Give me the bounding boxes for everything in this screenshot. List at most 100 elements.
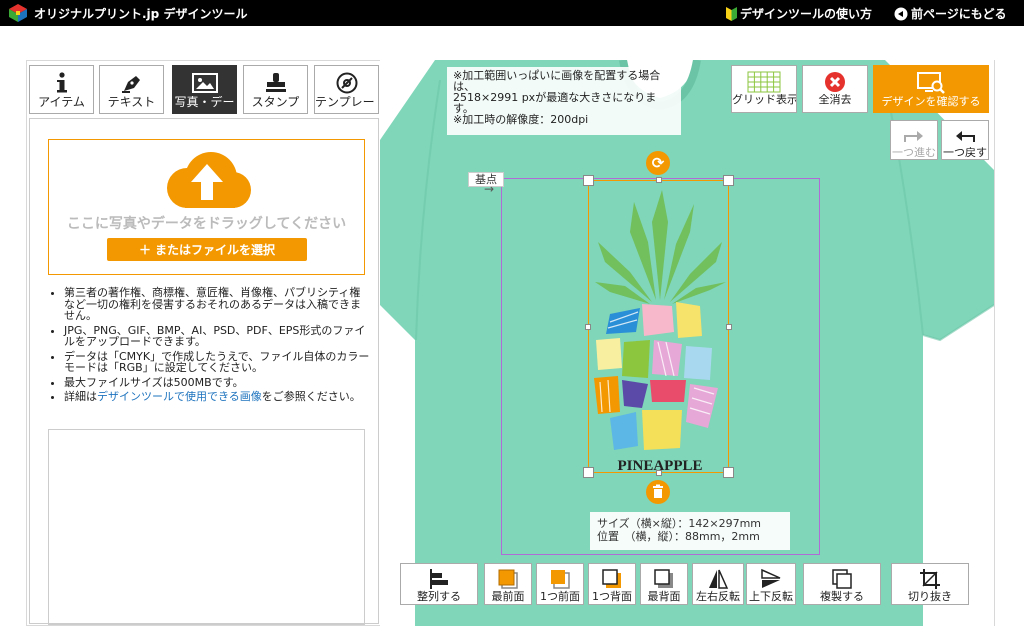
left-panel: アイテム テキスト 写真・デー スタンプ テンプレート ここに写真やデータをドラ… bbox=[28, 62, 380, 625]
align-button[interactable]: 整列する bbox=[400, 563, 478, 605]
bring-forward-label: 1つ前面 bbox=[540, 590, 580, 603]
resize-handle-tr[interactable] bbox=[723, 175, 734, 186]
resize-handle-right[interactable] bbox=[726, 324, 732, 330]
image-icon bbox=[191, 73, 218, 93]
redo-button[interactable]: 一つ進む bbox=[890, 120, 938, 160]
send-backward-icon bbox=[602, 569, 621, 588]
confirm-label: デザインを確認する bbox=[881, 96, 981, 107]
beginner-mark-icon bbox=[726, 6, 737, 21]
resize-handle-bl[interactable] bbox=[583, 467, 594, 478]
tab-stamp[interactable]: スタンプ bbox=[243, 65, 308, 114]
confirm-design-button[interactable]: デザインを確認する bbox=[873, 65, 989, 113]
flip-horizontal-label: 左右反転 bbox=[696, 590, 740, 603]
note-item: JPG、PNG、GIF、BMP、AI、PSD、PDF、EPS形式のファイルをアッ… bbox=[64, 324, 370, 348]
tab-label: 写真・デー bbox=[174, 96, 235, 109]
brand-logo-icon bbox=[9, 4, 27, 22]
grid-label: グリッド表示 bbox=[732, 94, 796, 105]
crop-button[interactable]: 切り抜き bbox=[891, 563, 969, 605]
uploaded-images-list[interactable] bbox=[48, 429, 365, 625]
align-icon bbox=[430, 569, 448, 589]
print-tip: ※加工範囲いっぱいに画像を配置する場合は、 2518×2991 pxが最適な大き… bbox=[447, 67, 681, 135]
bring-front-icon bbox=[498, 569, 518, 589]
usable-images-link[interactable]: デザインツールで使用できる画像 bbox=[97, 390, 262, 403]
choose-file-button[interactable]: ＋ またはファイルを選択 bbox=[107, 238, 307, 261]
undo-icon bbox=[956, 131, 975, 142]
align-label: 整列する bbox=[417, 590, 461, 603]
resize-handle-bottom[interactable] bbox=[656, 470, 662, 476]
flip-vertical-icon bbox=[761, 568, 781, 588]
tab-label: アイテム bbox=[38, 96, 85, 109]
undo-button[interactable]: 一つ戻す bbox=[941, 120, 989, 160]
resize-handle-left[interactable] bbox=[585, 324, 591, 330]
preview-icon bbox=[917, 72, 945, 94]
tab-template[interactable]: テンプレート bbox=[314, 65, 379, 114]
tip-line: 2518×2991 pxが最適な大きさになります。 bbox=[453, 91, 657, 115]
tip-line: ※加工時の解像度：200dpi bbox=[453, 113, 589, 126]
tip-line: ※加工範囲いっぱいに画像を配置する場合は、 bbox=[453, 69, 661, 93]
duplicate-label: 複製する bbox=[820, 590, 864, 603]
tab-item[interactable]: アイテム bbox=[29, 65, 94, 114]
tab-text[interactable]: テキスト bbox=[99, 65, 164, 114]
redo-label: 一つ進む bbox=[892, 147, 936, 158]
drop-zone-text: ここに写真やデータをドラッグしてください bbox=[66, 216, 347, 232]
plus-icon: ＋ bbox=[138, 243, 151, 257]
position-readout: 位置 （横，縦）：88mm，2mm bbox=[597, 530, 760, 543]
upload-panel: ここに写真やデータをドラッグしてください ＋ またはファイルを選択 第三者の著作… bbox=[29, 118, 379, 625]
resize-handle-br[interactable] bbox=[723, 467, 734, 478]
bring-forward-button[interactable]: 1つ前面 bbox=[536, 563, 584, 605]
crop-label: 切り抜き bbox=[908, 590, 952, 603]
size-readout: サイズ（横×縦）：142×297mm bbox=[597, 517, 762, 530]
brand-title: オリジナルプリント.jp デザインツール bbox=[34, 7, 248, 21]
anchor-arrow-icon: → bbox=[484, 182, 495, 196]
info-icon bbox=[56, 72, 67, 93]
grid-icon bbox=[747, 71, 781, 93]
crop-icon bbox=[920, 569, 940, 589]
flip-vertical-label: 上下反転 bbox=[749, 590, 793, 603]
selection-frame[interactable] bbox=[588, 180, 729, 473]
flip-vertical-button[interactable]: 上下反転 bbox=[746, 563, 796, 605]
help-link[interactable]: デザインツールの使い方 bbox=[726, 5, 872, 22]
template-icon bbox=[336, 72, 357, 94]
pen-icon bbox=[121, 76, 140, 93]
bring-front-label: 最前面 bbox=[491, 590, 525, 603]
upload-notes: 第三者の著作権、商標権、意匠権、肖像権、パブリシティ権など一切の権利を侵害するお… bbox=[50, 287, 370, 406]
resize-handle-top[interactable] bbox=[656, 177, 662, 183]
send-back-icon bbox=[654, 569, 673, 588]
flip-horizontal-icon bbox=[709, 569, 729, 589]
note-suffix: をご参照ください。 bbox=[261, 390, 361, 403]
undo-label: 一つ戻す bbox=[943, 147, 987, 158]
rotate-handle-icon[interactable]: ⟳ bbox=[646, 151, 670, 175]
tab-label: スタンプ bbox=[251, 96, 300, 109]
note-prefix: 詳細は bbox=[64, 390, 97, 403]
note-item: 第三者の著作権、商標権、意匠権、肖像権、パブリシティ権など一切の権利を侵害するお… bbox=[64, 287, 370, 322]
help-link-label: デザインツールの使い方 bbox=[740, 7, 873, 21]
duplicate-button[interactable]: 複製する bbox=[803, 563, 881, 605]
drop-zone[interactable]: ここに写真やデータをドラッグしてください ＋ またはファイルを選択 bbox=[48, 139, 365, 275]
size-position-info: サイズ（横×縦）：142×297mm 位置 （横，縦）：88mm，2mm bbox=[590, 512, 790, 550]
note-item: データは「CMYK」で作成したうえで、ファイル自体のカラーモードは「RGB」に設… bbox=[64, 350, 370, 374]
back-link-label: 前ページにもどる bbox=[911, 7, 1007, 21]
send-to-back-button[interactable]: 最背面 bbox=[640, 563, 688, 605]
tab-label: テキスト bbox=[107, 96, 156, 109]
delete-icon[interactable] bbox=[646, 480, 670, 504]
clear-all-button[interactable]: 全消去 bbox=[802, 65, 868, 113]
bring-to-front-button[interactable]: 最前面 bbox=[484, 563, 532, 605]
cloud-upload-icon bbox=[167, 152, 251, 208]
clear-label: 全消去 bbox=[818, 94, 852, 105]
note-item: 最大ファイルサイズは500MBです。 bbox=[64, 376, 370, 389]
send-backward-button[interactable]: 1つ背面 bbox=[588, 563, 636, 605]
duplicate-icon bbox=[832, 569, 852, 589]
top-bar: オリジナルプリント.jp デザインツール デザインツールの使い方 前ページにもど… bbox=[0, 0, 1024, 26]
choose-file-label: またはファイルを選択 bbox=[155, 243, 276, 257]
resize-handle-tl[interactable] bbox=[583, 175, 594, 186]
grid-toggle-button[interactable]: グリッド表示 bbox=[731, 65, 797, 113]
tab-label: テンプレート bbox=[315, 96, 378, 109]
flip-horizontal-button[interactable]: 左右反転 bbox=[692, 563, 744, 605]
back-circle-icon bbox=[894, 7, 908, 20]
note-item: 詳細はデザインツールで使用できる画像をご参照ください。 bbox=[64, 391, 370, 403]
tab-photo[interactable]: 写真・デー bbox=[172, 65, 237, 114]
send-back-label: 最背面 bbox=[647, 590, 681, 603]
back-link[interactable]: 前ページにもどる bbox=[894, 5, 1007, 22]
send-backward-label: 1つ背面 bbox=[592, 590, 632, 603]
close-circle-icon bbox=[825, 72, 845, 92]
